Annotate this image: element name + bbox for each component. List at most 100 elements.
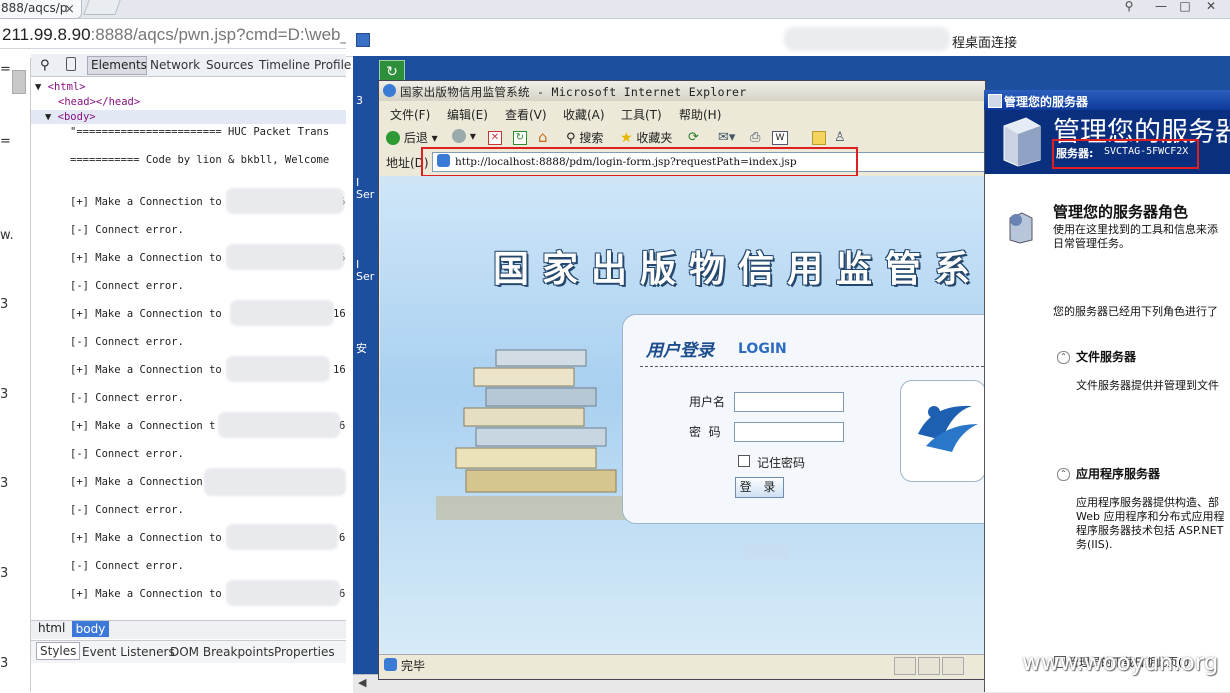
close-window-icon[interactable]: ✕ bbox=[1200, 0, 1222, 14]
stop-icon[interactable]: ✕ bbox=[488, 131, 502, 145]
scroll-left-icon[interactable]: ◀ bbox=[358, 676, 366, 689]
username-label: 用户名 bbox=[689, 395, 726, 409]
remote-desktop-icon bbox=[356, 33, 370, 47]
server-role-icon bbox=[1009, 212, 1033, 244]
menu-help[interactable]: 帮助(H) bbox=[679, 106, 721, 123]
tab-event-listeners[interactable]: Event Listeners bbox=[82, 645, 175, 659]
new-tab-button[interactable] bbox=[83, 0, 121, 15]
tab-timeline[interactable]: Timeline bbox=[259, 58, 310, 72]
tab-network[interactable]: Network bbox=[150, 58, 200, 72]
refresh-icon[interactable]: ↻ bbox=[513, 131, 527, 145]
redacted-ip bbox=[226, 580, 340, 606]
collapse-icon[interactable]: ⌃ bbox=[1057, 351, 1070, 364]
menu-file[interactable]: 文件(F) bbox=[390, 106, 430, 123]
menu-edit[interactable]: 编辑(E) bbox=[447, 106, 488, 123]
forward-button[interactable]: ▾ bbox=[452, 129, 476, 143]
discuss-icon[interactable] bbox=[812, 131, 826, 145]
dom-text-credit: =========== Code by lion & bkbll, Welcom… bbox=[70, 154, 330, 166]
browser-url[interactable]: 211.99.8.90:8888/aqcs/pwn.jsp?cmd=D:\web… bbox=[2, 25, 350, 45]
redacted-ip bbox=[218, 412, 340, 438]
output-line: [+] Make a Connection bbox=[70, 476, 203, 488]
tab-profiles[interactable]: Profile bbox=[314, 58, 351, 72]
expand-arrow-icon[interactable]: ▼ bbox=[35, 81, 41, 93]
dom-text-banner: "======================= HUC Packet Tran… bbox=[70, 126, 330, 138]
books-illustration bbox=[436, 349, 628, 520]
output-line: [+] Make a Connection to bbox=[70, 588, 222, 600]
ie-logo-icon bbox=[383, 84, 396, 97]
roles-description: 日常管理任务。 bbox=[1053, 237, 1130, 250]
search-button[interactable]: ⚲ 搜索 bbox=[566, 129, 603, 146]
tab-dom-breakpoints[interactable]: DOM Breakpoints bbox=[170, 645, 274, 659]
breadcrumb-body[interactable]: body bbox=[72, 621, 109, 637]
redacted-ip bbox=[226, 524, 338, 550]
highlight-box-url bbox=[421, 147, 858, 177]
expand-arrow-icon[interactable]: ▼ bbox=[45, 111, 51, 123]
url-host: 211.99.8.90 bbox=[2, 25, 91, 44]
ie-window-title: 国家出版物信用监管系统 - Microsoft Internet Explore… bbox=[400, 85, 747, 99]
tab-sources[interactable]: Sources bbox=[206, 58, 253, 72]
redacted-ip bbox=[226, 356, 330, 382]
url-path: :8888/aqcs/pwn.jsp?cmd=D:\web_ bbox=[90, 25, 350, 44]
left-scrollbar-thumb[interactable] bbox=[12, 70, 26, 94]
print-icon[interactable]: ⎙ bbox=[750, 130, 760, 145]
publisher-logo-icon bbox=[918, 405, 978, 452]
file-server-title: 文件服务器 bbox=[1076, 350, 1137, 364]
tab-properties[interactable]: Properties bbox=[274, 645, 335, 659]
maximize-icon[interactable]: □ bbox=[1174, 0, 1196, 14]
configured-text: 您的服务器已经用下列角色进行了 bbox=[1053, 305, 1218, 318]
file-server-desc: 文件服务器提供并管理到文件 bbox=[1076, 379, 1219, 392]
breadcrumb-html[interactable]: html bbox=[38, 621, 65, 635]
edit-word-icon[interactable]: W bbox=[772, 131, 788, 145]
login-button-reflection bbox=[745, 545, 789, 559]
collapse-icon[interactable]: ⌃ bbox=[1057, 468, 1070, 481]
output-line: [-] Connect error. bbox=[70, 448, 184, 460]
dom-tree-html[interactable]: ▼ <html> bbox=[35, 81, 86, 93]
redacted-ip bbox=[230, 300, 334, 326]
left-marker: 3 bbox=[0, 566, 9, 581]
redacted-ip bbox=[204, 468, 346, 496]
device-mode-icon[interactable] bbox=[66, 57, 76, 71]
messenger-icon[interactable]: ♙ bbox=[834, 130, 846, 145]
dom-tree-head[interactable]: <head></head> bbox=[58, 96, 140, 108]
output-line: [-] Connect error. bbox=[70, 392, 184, 404]
menu-tools[interactable]: 工具(T) bbox=[621, 106, 662, 123]
desktop-side-label: Ser bbox=[356, 270, 375, 283]
status-pane bbox=[918, 657, 940, 675]
left-marker: 3 bbox=[0, 387, 9, 402]
left-marker: = bbox=[0, 134, 11, 149]
inspect-search-icon[interactable]: ⚲ bbox=[40, 58, 50, 73]
login-button[interactable]: 登 录 bbox=[735, 477, 784, 498]
status-text: 完毕 bbox=[401, 659, 426, 673]
redacted-ip bbox=[226, 188, 344, 214]
left-marker: = bbox=[0, 62, 11, 77]
tab-close-icon[interactable]: × bbox=[64, 2, 75, 17]
output-line: [-] Connect error. bbox=[70, 560, 184, 572]
tab-styles[interactable]: Styles bbox=[36, 642, 81, 660]
roles-heading: 管理您的服务器角色 bbox=[1053, 203, 1189, 221]
favorites-button[interactable]: ★ 收藏夹 bbox=[620, 129, 672, 146]
output-line: [+] Make a Connection to bbox=[70, 308, 222, 320]
password-label: 密 码 bbox=[689, 425, 721, 439]
minimize-icon[interactable]: — bbox=[1150, 0, 1172, 14]
menu-view[interactable]: 查看(V) bbox=[505, 106, 547, 123]
app-server-desc: 务(IIS). bbox=[1076, 538, 1113, 551]
menu-favorites[interactable]: 收藏(A) bbox=[563, 106, 605, 123]
password-input[interactable] bbox=[734, 422, 844, 442]
tab-elements[interactable]: Elements bbox=[87, 56, 147, 75]
mail-icon[interactable]: ✉▾ bbox=[718, 130, 735, 145]
system-banner: 国家出版物信用监管系 bbox=[493, 249, 984, 290]
output-line-suffix: 16 bbox=[333, 308, 346, 320]
dom-tree-body[interactable]: ▼ <body> bbox=[45, 111, 96, 123]
username-input[interactable] bbox=[734, 392, 844, 412]
output-line-suffix: 6 bbox=[339, 532, 346, 544]
output-line: [-] Connect error. bbox=[70, 280, 184, 292]
redacted-host bbox=[784, 27, 950, 51]
status-page-icon bbox=[384, 658, 397, 671]
back-button[interactable]: 后退 ▾ bbox=[386, 129, 438, 146]
search-icon[interactable]: ⚲ bbox=[1118, 0, 1140, 14]
output-line: [-] Connect error. bbox=[70, 504, 184, 516]
server-tower-icon bbox=[1003, 117, 1041, 167]
remember-checkbox[interactable] bbox=[738, 455, 750, 467]
history-icon[interactable]: ⟳ bbox=[688, 130, 699, 145]
home-icon[interactable]: ⌂ bbox=[538, 128, 548, 146]
